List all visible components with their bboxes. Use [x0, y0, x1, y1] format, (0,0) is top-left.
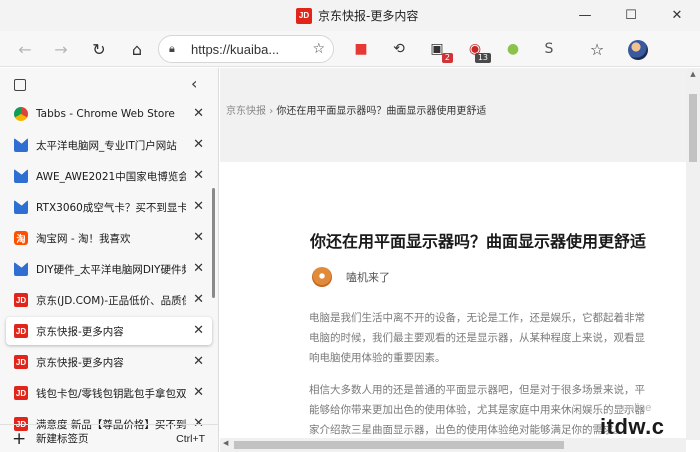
tab-item[interactable]: JD 京东快报-更多内容 ✕: [6, 348, 212, 376]
tab-item[interactable]: AWE_AWE2021中国家电博览会【 ✕: [6, 162, 212, 190]
close-tab-icon[interactable]: ✕: [193, 385, 204, 400]
window-title-group: JD 京东快报-更多内容: [296, 7, 418, 24]
tab-title: 钱包卡包/零钱包钥匙包手拿包双: [36, 387, 186, 400]
watermark-faint: online: [622, 402, 652, 414]
window-controls: — ☐ ✕: [562, 0, 700, 31]
close-tab-icon[interactable]: ✕: [193, 292, 204, 307]
close-tab-icon[interactable]: ✕: [193, 230, 204, 245]
close-tab-icon[interactable]: ✕: [193, 261, 204, 276]
tab-title: 淘宝网 - 淘！我喜欢: [36, 232, 131, 245]
pc-favicon-icon: [14, 200, 28, 214]
collapse-pane-button[interactable]: ‹: [191, 74, 197, 93]
close-tab-icon[interactable]: ✕: [193, 106, 204, 121]
plus-icon: +: [12, 428, 27, 449]
close-tab-icon[interactable]: ✕: [193, 137, 204, 152]
tb-favicon-icon: 淘: [14, 231, 28, 245]
close-tab-icon[interactable]: ✕: [193, 168, 204, 183]
extension-badge: 2: [441, 53, 453, 63]
paragraph-line: 电脑是我们生活中离不开的设备，无论是工作，还是娱乐，它都起着非常: [309, 312, 645, 324]
pc-favicon-icon: [14, 138, 28, 152]
green-circle-icon[interactable]: ●: [504, 40, 522, 58]
vertical-tabs-sidebar: ‹ Tabbs - Chrome Web Store ✕ 太平洋电脑网_专业IT门户…: [0, 68, 219, 452]
paragraph-1: 电脑是我们生活中离不开的设备，无论是工作，还是娱乐，它都起着非常 电脑的时候，我…: [309, 308, 700, 368]
jd-favicon-icon: JD: [14, 324, 28, 338]
breadcrumb-current: 你还在用平面显示器吗？曲面显示器使用更舒适: [276, 106, 487, 117]
lock-icon: 🔒︎: [169, 42, 175, 55]
profile-avatar[interactable]: [628, 40, 648, 60]
tab-title: 京东快报-更多内容: [36, 356, 124, 369]
extension-badge: 13: [474, 53, 491, 63]
tab-title: 京东快报-更多内容: [36, 325, 124, 338]
close-tab-icon[interactable]: ✕: [193, 354, 204, 369]
chrome-favicon-icon: [14, 107, 28, 121]
tab-item[interactable]: 太平洋电脑网_专业IT门户网站 ✕: [6, 131, 212, 159]
close-tab-icon[interactable]: ✕: [193, 199, 204, 214]
tab-item[interactable]: Tabbs - Chrome Web Store ✕: [6, 100, 212, 128]
tab-item[interactable]: JD 京东(JD.COM)-正品低价、品质保 ✕: [6, 286, 212, 314]
collections-button[interactable]: ☆: [584, 37, 610, 61]
tab-title: AWE_AWE2021中国家电博览会【: [36, 170, 186, 183]
close-button[interactable]: ✕: [654, 0, 700, 31]
horizontal-scrollbar[interactable]: ◀: [220, 438, 686, 452]
jd-favicon-icon: JD: [14, 355, 28, 369]
author-row: 嗑机来了: [312, 267, 390, 287]
close-tab-icon[interactable]: ✕: [193, 323, 204, 338]
page-content: 京东快报 › 你还在用平面显示器吗？曲面显示器使用更舒适 你还在用平面显示器吗？…: [220, 68, 700, 452]
jd-favicon-icon: JD: [14, 293, 28, 307]
tab-title: 京东(JD.COM)-正品低价、品质保: [36, 294, 186, 307]
horizontal-scroll-thumb[interactable]: [234, 441, 564, 449]
tab-item[interactable]: JD 京东快报-更多内容 ✕: [6, 317, 212, 345]
breadcrumb: 京东快报 › 你还在用平面显示器吗？曲面显示器使用更舒适: [226, 102, 486, 117]
sidebar-header: ‹: [0, 68, 218, 100]
window-title: 京东快报-更多内容: [318, 9, 419, 23]
author-avatar[interactable]: [312, 267, 332, 287]
watermark: itdw.c: [600, 414, 665, 439]
s-extension-icon[interactable]: S: [540, 40, 558, 58]
paragraph-line: 响电脑使用体验的重要因素。: [309, 352, 446, 364]
tab-item[interactable]: RTX3060成空气卡？买不到显卡? ✕: [6, 193, 212, 221]
sidebar-scrollbar[interactable]: [212, 188, 215, 298]
back-button[interactable]: ←: [12, 37, 38, 61]
breadcrumb-separator: ›: [269, 106, 274, 117]
vertical-scrollbar[interactable]: ▲: [686, 68, 700, 440]
red-square-icon[interactable]: ■: [352, 40, 370, 58]
new-tab-row[interactable]: + 新建标签页 Ctrl+T: [0, 424, 219, 452]
jd-favicon-icon: JD: [14, 386, 28, 400]
tab-actions-icon[interactable]: [14, 79, 26, 91]
scroll-up-icon[interactable]: ▲: [686, 70, 700, 78]
swirl-icon[interactable]: ⟲: [390, 40, 408, 58]
scroll-left-icon[interactable]: ◀: [223, 439, 228, 447]
tab-item[interactable]: DIY硬件_太平洋电脑网DIY硬件频 ✕: [6, 255, 212, 283]
breadcrumb-site-link[interactable]: 京东快报: [226, 106, 266, 117]
pc-favicon-icon: [14, 262, 28, 276]
new-tab-shortcut: Ctrl+T: [176, 432, 205, 445]
minimize-button[interactable]: —: [562, 0, 608, 31]
article-title: 你还在用平面显示器吗？曲面显示器使用更舒适: [310, 232, 647, 251]
tab-item[interactable]: JD 钱包卡包/零钱包钥匙包手拿包双 ✕: [6, 379, 212, 407]
forward-button[interactable]: →: [48, 37, 74, 61]
address-bar[interactable]: 🔒︎ https://kuaiba... ☆: [158, 35, 334, 63]
paragraph-line: 相信大多数人用的还是普通的平面显示器吧，但是对于很多场景来说，平: [309, 384, 645, 396]
jd-logo-icon: JD: [296, 7, 312, 24]
tab-title: RTX3060成空气卡？买不到显卡?: [36, 201, 186, 214]
tab-title: DIY硬件_太平洋电脑网DIY硬件频: [36, 263, 186, 276]
pc-favicon-icon: [14, 169, 28, 183]
header-band: 京东快报 › 你还在用平面显示器吗？曲面显示器使用更舒适: [220, 68, 686, 162]
new-tab-label: 新建标签页: [36, 433, 89, 445]
author-name[interactable]: 嗑机来了: [346, 269, 390, 285]
rss-icon[interactable]: ◉ 13: [466, 40, 491, 63]
paragraph-line: 电脑的时候，我们最主要观看的还是显示器，从某种程度上来说，观看显: [309, 332, 645, 344]
tab-item[interactable]: 淘淘宝网 - 淘！我喜欢 ✕: [6, 224, 212, 252]
refresh-button[interactable]: ↻: [86, 37, 112, 61]
tab-title: 太平洋电脑网_专业IT门户网站: [36, 139, 177, 152]
vertical-scroll-thumb[interactable]: [689, 94, 697, 162]
browser-toolbar: ← → ↻ ⌂ 🔒︎ https://kuaiba... ☆ ■ ⟲ ▣ 2 ◉ 13 ● S…: [0, 31, 700, 67]
home-button[interactable]: ⌂: [124, 37, 150, 61]
maximize-button[interactable]: ☐: [608, 0, 654, 31]
title-bar: JD 京东快报-更多内容 — ☐ ✕: [0, 0, 700, 31]
add-favorite-icon[interactable]: ☆: [312, 41, 325, 57]
tab-title: Tabbs - Chrome Web Store: [36, 108, 175, 120]
url-text: https://kuaiba...: [191, 41, 280, 57]
game-icon[interactable]: ▣ 2: [428, 40, 453, 63]
